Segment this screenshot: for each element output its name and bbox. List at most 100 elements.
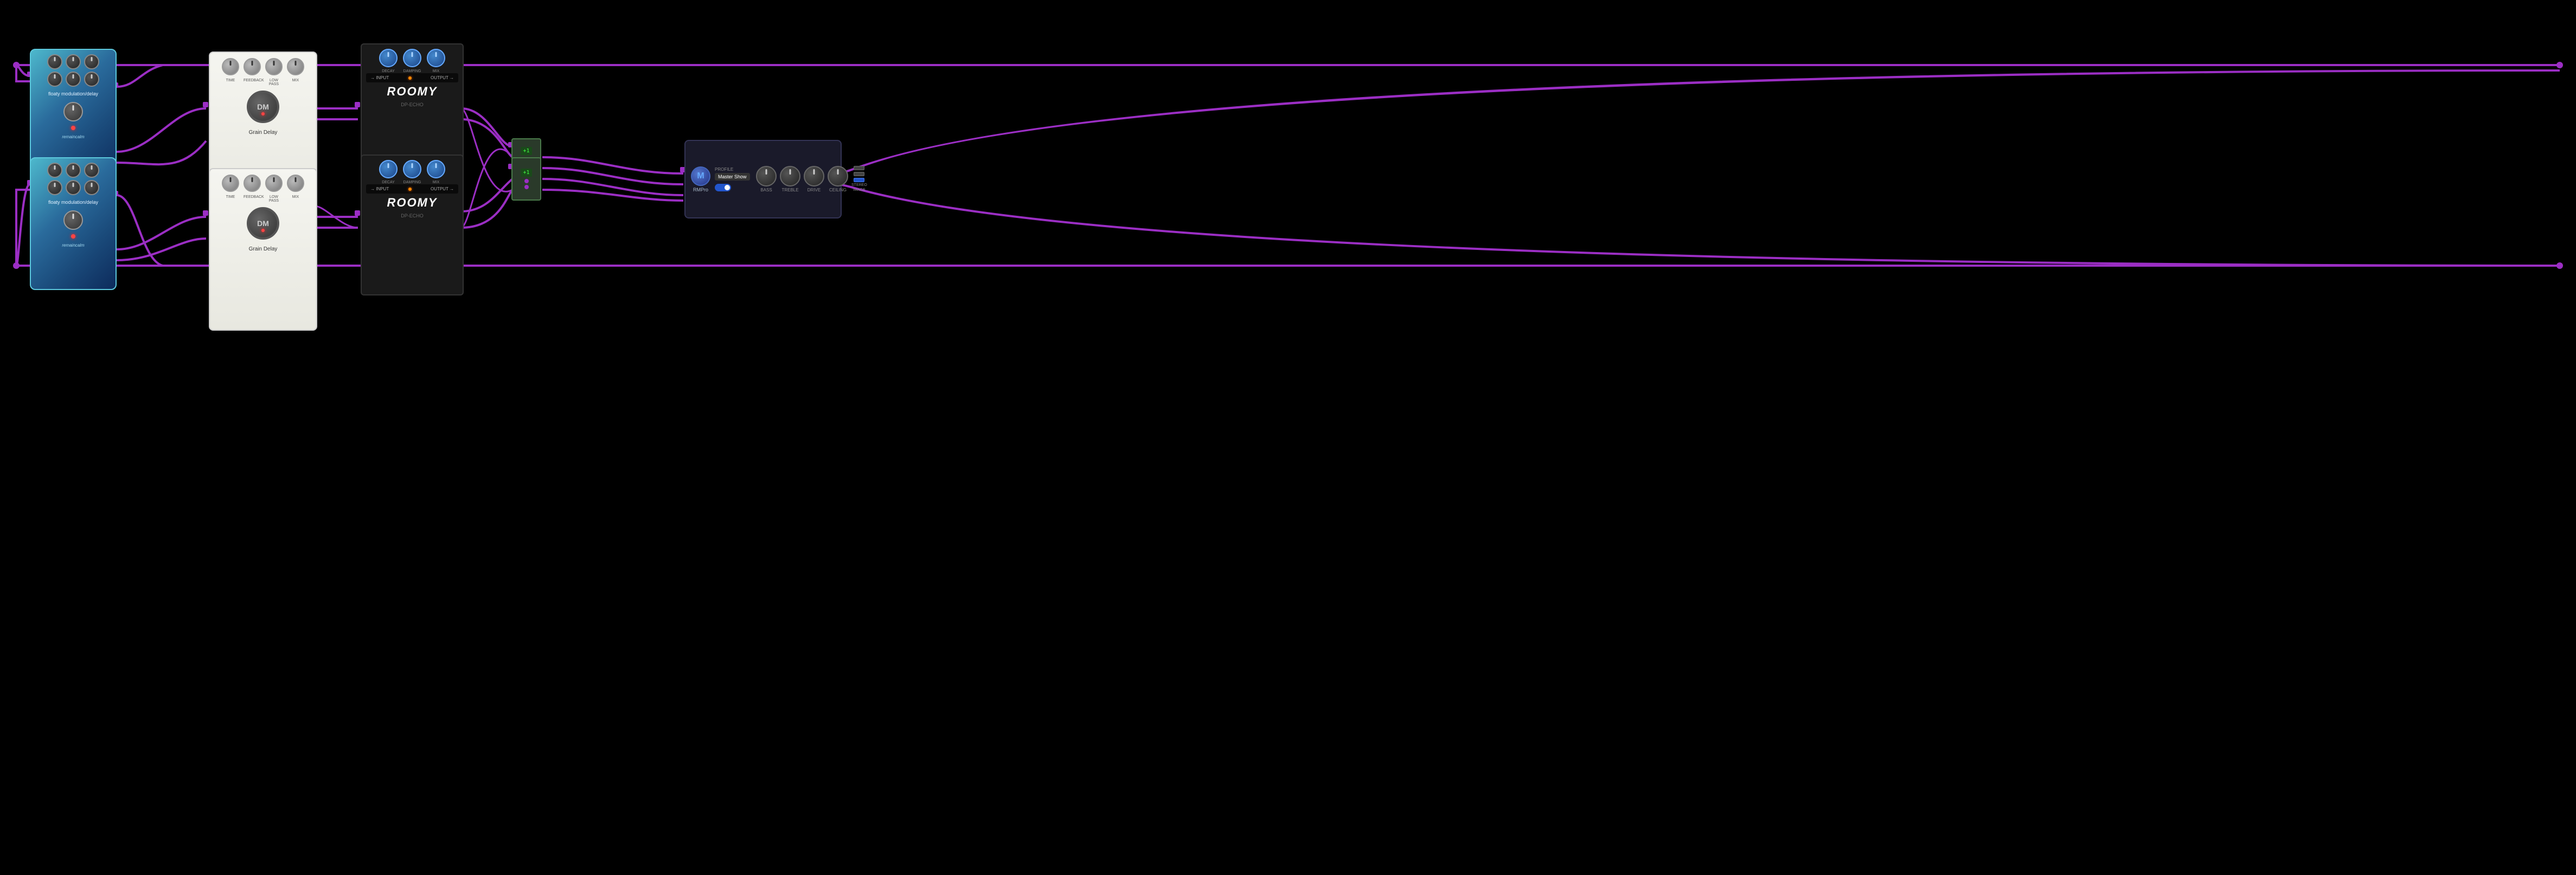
io-led-b	[408, 188, 412, 191]
decay-knob[interactable]	[379, 49, 398, 67]
knob-2[interactable]	[243, 175, 261, 192]
damping-label: DAMPING	[403, 69, 421, 73]
profile-section: PROFILE Master Show	[715, 167, 753, 191]
pedal-sub-label: remaincalm	[62, 243, 84, 248]
utility-display-bottom: +1	[521, 169, 531, 177]
grain-delay-title-top: Grain Delay	[249, 130, 278, 136]
toggle-indicator	[725, 185, 730, 190]
main-knob[interactable]	[63, 102, 83, 121]
decay-knob-b[interactable]	[379, 160, 398, 178]
knob-4[interactable]	[287, 58, 304, 75]
knob-1[interactable]	[47, 54, 62, 69]
dm-led	[261, 112, 265, 115]
knob-4[interactable]	[47, 72, 62, 87]
knob-label-time: TIME	[222, 195, 239, 203]
knob-3[interactable]	[265, 58, 283, 75]
damping-label-b: DAMPING	[403, 181, 421, 184]
mix-label: MIX	[427, 69, 445, 73]
knob-3[interactable]	[265, 175, 283, 192]
utility-bottom: +1	[511, 157, 541, 201]
knob-row-top	[47, 54, 99, 69]
rmpro-drive-col: DRIVE	[804, 166, 824, 192]
rmpro-unit: M RMPro PROFILE Master Show BASS TREBLE …	[684, 140, 842, 218]
grain-delay-bottom-pedal: TIME FEEDBACK LOW PASS MIX DM Grain Dela…	[209, 168, 317, 331]
knob-4[interactable]	[47, 180, 62, 195]
roomy-title-bottom: ROOMY	[387, 196, 437, 210]
bass-knob[interactable]	[756, 166, 777, 186]
knob-row-main	[63, 102, 83, 121]
dm-footswitch[interactable]: DM	[247, 207, 279, 240]
knob-row-top	[222, 175, 304, 192]
mix-knob[interactable]	[427, 49, 445, 67]
input-label-b: → INPUT	[370, 186, 389, 191]
dm-footswitch[interactable]: DM	[247, 91, 279, 123]
switch-1[interactable]	[854, 166, 864, 170]
knob-1[interactable]	[47, 163, 62, 178]
rmpro-treble-col: TREBLE	[780, 166, 800, 192]
ceiling-knob[interactable]	[828, 166, 848, 186]
damping-knob[interactable]	[403, 49, 421, 67]
dm-led	[261, 229, 265, 232]
decay-label-b: DECAY	[379, 181, 398, 184]
knob-row-bottom	[47, 180, 99, 195]
rmpro-logo-section: M RMPro	[690, 166, 712, 192]
roomy-knob-labels: DECAY DAMPING MIX	[379, 69, 445, 73]
knob-label-lowpass: LOW PASS	[265, 195, 283, 203]
knob-row-bottom	[47, 72, 99, 87]
rmpro-stereo-col: STEREOIMAGE	[851, 166, 867, 192]
bass-label: BASS	[760, 188, 772, 192]
roomy-io-row-bottom: → INPUT OUTPUT →	[366, 184, 458, 194]
knob-label-2: FEEDBACK	[243, 79, 261, 86]
led-indicator	[71, 234, 75, 239]
knob-label-feedback: FEEDBACK	[243, 195, 261, 203]
io-led	[408, 76, 412, 80]
knob-1[interactable]	[222, 58, 239, 75]
port-b-2	[524, 185, 529, 189]
ceiling-label: CEILING	[829, 188, 847, 192]
mix-knob-b[interactable]	[427, 160, 445, 178]
damping-knob-b[interactable]	[403, 160, 421, 178]
roomy-model-bottom: DP-ECHO	[401, 213, 424, 218]
knob-row-top	[47, 163, 99, 178]
knob-5[interactable]	[66, 180, 81, 195]
stereo-switches	[854, 166, 864, 182]
profile-toggle[interactable]	[715, 184, 731, 191]
knob-4[interactable]	[287, 175, 304, 192]
switch-3[interactable]	[854, 178, 864, 182]
knob-2[interactable]	[66, 163, 81, 178]
drive-label: DRIVE	[808, 188, 821, 192]
knob-label-3: LOW PASS	[265, 79, 283, 86]
switch-2[interactable]	[854, 172, 864, 176]
pedal-sub-label: remaincalm	[62, 134, 84, 140]
drive-knob[interactable]	[804, 166, 824, 186]
roomy-bottom-pedal: DECAY DAMPING MIX → INPUT OUTPUT → ROOMY…	[361, 155, 464, 295]
knob-label-1: TIME	[222, 79, 239, 86]
knob-2[interactable]	[66, 54, 81, 69]
knob-3[interactable]	[84, 163, 99, 178]
knob-5[interactable]	[66, 72, 81, 87]
profile-label: PROFILE	[715, 167, 733, 172]
mix-label-b: MIX	[427, 181, 445, 184]
knob-labels: TIME FEEDBACK LOW PASS MIX	[222, 79, 304, 86]
knob-1[interactable]	[222, 175, 239, 192]
knob-3[interactable]	[84, 54, 99, 69]
led-indicator	[71, 126, 75, 130]
treble-knob[interactable]	[780, 166, 800, 186]
output-label: OUTPUT →	[431, 75, 454, 80]
rmpro-bass-col: BASS	[756, 166, 777, 192]
roomy-model-top: DP-ECHO	[401, 102, 424, 107]
knob-row-main	[63, 210, 83, 230]
output-label-b: OUTPUT →	[431, 186, 454, 191]
remaincalm-bottom-pedal: floaty modulation/delay remaincalm	[30, 157, 117, 290]
rmpro-ceiling-col: CEILING	[828, 166, 848, 192]
knob-2[interactable]	[243, 58, 261, 75]
main-knob[interactable]	[63, 210, 83, 230]
utility-display-top: +1	[521, 147, 531, 155]
treble-label: TREBLE	[781, 188, 798, 192]
utility-ports-bottom	[524, 179, 529, 189]
knob-6[interactable]	[84, 180, 99, 195]
knob-6[interactable]	[84, 72, 99, 87]
stereo-image-label: STEREOIMAGE	[851, 183, 867, 192]
roomy-title-top: ROOMY	[387, 85, 437, 99]
knob-row-top	[222, 58, 304, 75]
